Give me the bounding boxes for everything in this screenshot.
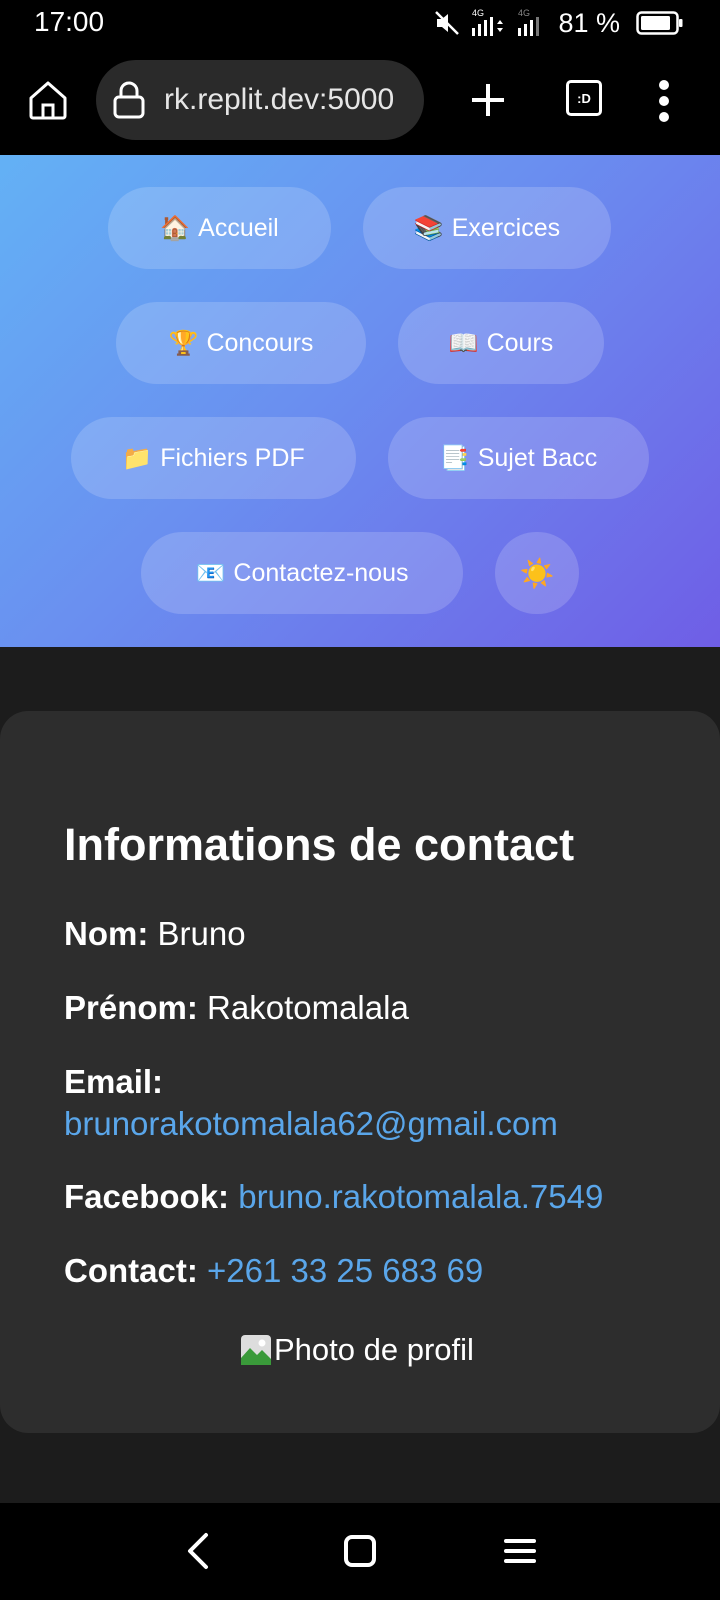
tabs-icon[interactable]: :D [566,80,602,116]
signal-icon: 4G [516,8,544,38]
email-row: Email: brunorakotomalala62@gmail.com [64,1061,558,1145]
document-icon: 📑 [439,444,470,472]
facebook-row: Facebook: bruno.rakotomalala.7549 [64,1176,603,1218]
house-icon: 🏠 [160,214,191,242]
phone-link[interactable]: +261 33 25 683 69 [207,1252,483,1289]
nav-contact-button[interactable]: 📧 Contactez-nous [141,532,463,614]
contact-card: Informations de contact Nom: Bruno Préno… [0,711,720,1433]
system-navigation-bar [0,1503,720,1600]
main-content: Informations de contact Nom: Bruno Préno… [0,647,720,1503]
nav-cours-button[interactable]: 📖 Cours [398,302,604,384]
email-link[interactable]: brunorakotomalala62@gmail.com [64,1105,558,1142]
battery-percent: 81 % [558,7,620,38]
plus-icon[interactable] [468,80,508,120]
prenom-value: Rakotomalala [207,989,409,1026]
email-label: Email: [64,1063,164,1100]
signal-icon: 4G [470,8,506,38]
nav-accueil-label: Accueil [198,213,279,242]
nav-concours-label: Concours [206,328,314,357]
nav-sujet-label: Sujet Bacc [477,443,598,472]
nom-row: Nom: Bruno [64,913,246,955]
nav-exercices-label: Exercices [451,213,561,242]
more-vert-icon[interactable] [656,78,672,124]
home-icon[interactable] [26,78,70,122]
nav-fichiers-label: Fichiers PDF [160,443,305,472]
contact-label: Contact: [64,1252,198,1289]
nom-label: Nom: [64,915,149,952]
nav-accueil-button[interactable]: 🏠 Accueil [108,187,331,269]
signal1-label: 4G [472,8,484,18]
broken-image-icon [240,1334,272,1366]
open-book-icon: 📖 [448,329,479,357]
nav-contact-label: Contactez-nous [233,558,409,587]
status-bar: 17:00 4G 4G 81 % [0,0,720,46]
prenom-label: Prénom: [64,989,198,1026]
email-icon: 📧 [195,559,226,587]
status-time: 17:00 [34,6,105,37]
tabs-label: :D [577,90,591,106]
prenom-row: Prénom: Rakotomalala [64,987,409,1029]
contact-title: Informations de contact [64,819,575,870]
nav-exercices-button[interactable]: 📚 Exercices [363,187,611,269]
recents-menu-icon[interactable] [500,1531,540,1571]
books-icon: 📚 [413,214,444,242]
folder-icon: 📁 [122,444,153,472]
back-icon[interactable] [180,1531,220,1571]
theme-toggle-button[interactable]: ☀️ [495,532,579,614]
signal2-label: 4G [518,8,530,18]
photo-alt-text: Photo de profil [274,1332,474,1367]
url-text: rk.replit.dev:5000 [164,83,395,116]
trophy-icon: 🏆 [168,329,199,357]
site-navigation: 🏠 Accueil 📚 Exercices 🏆 Concours 📖 Cours 📁 Fi… [0,155,720,647]
facebook-link[interactable]: bruno.rakotomalala.7549 [238,1178,603,1215]
browser-toolbar: rk.replit.dev:5000 :D [0,46,720,155]
status-icons: 4G 4G 81 % [434,6,684,40]
home-square-icon[interactable] [340,1531,380,1571]
nav-cours-label: Cours [486,328,554,357]
nav-fichiers-pdf-button[interactable]: 📁 Fichiers PDF [71,417,356,499]
lock-icon [112,80,146,120]
sun-icon: ☀️ [519,557,555,589]
nom-value: Bruno [157,915,246,952]
battery-icon [636,10,684,36]
facebook-label: Facebook: [64,1178,230,1215]
mute-icon [434,10,460,36]
address-bar[interactable]: rk.replit.dev:5000 [96,60,424,140]
nav-sujet-bacc-button[interactable]: 📑 Sujet Bacc [388,417,649,499]
contact-row: Contact: +261 33 25 683 69 [64,1250,483,1292]
nav-concours-button[interactable]: 🏆 Concours [116,302,366,384]
profile-photo: Photo de profil [240,1329,474,1371]
